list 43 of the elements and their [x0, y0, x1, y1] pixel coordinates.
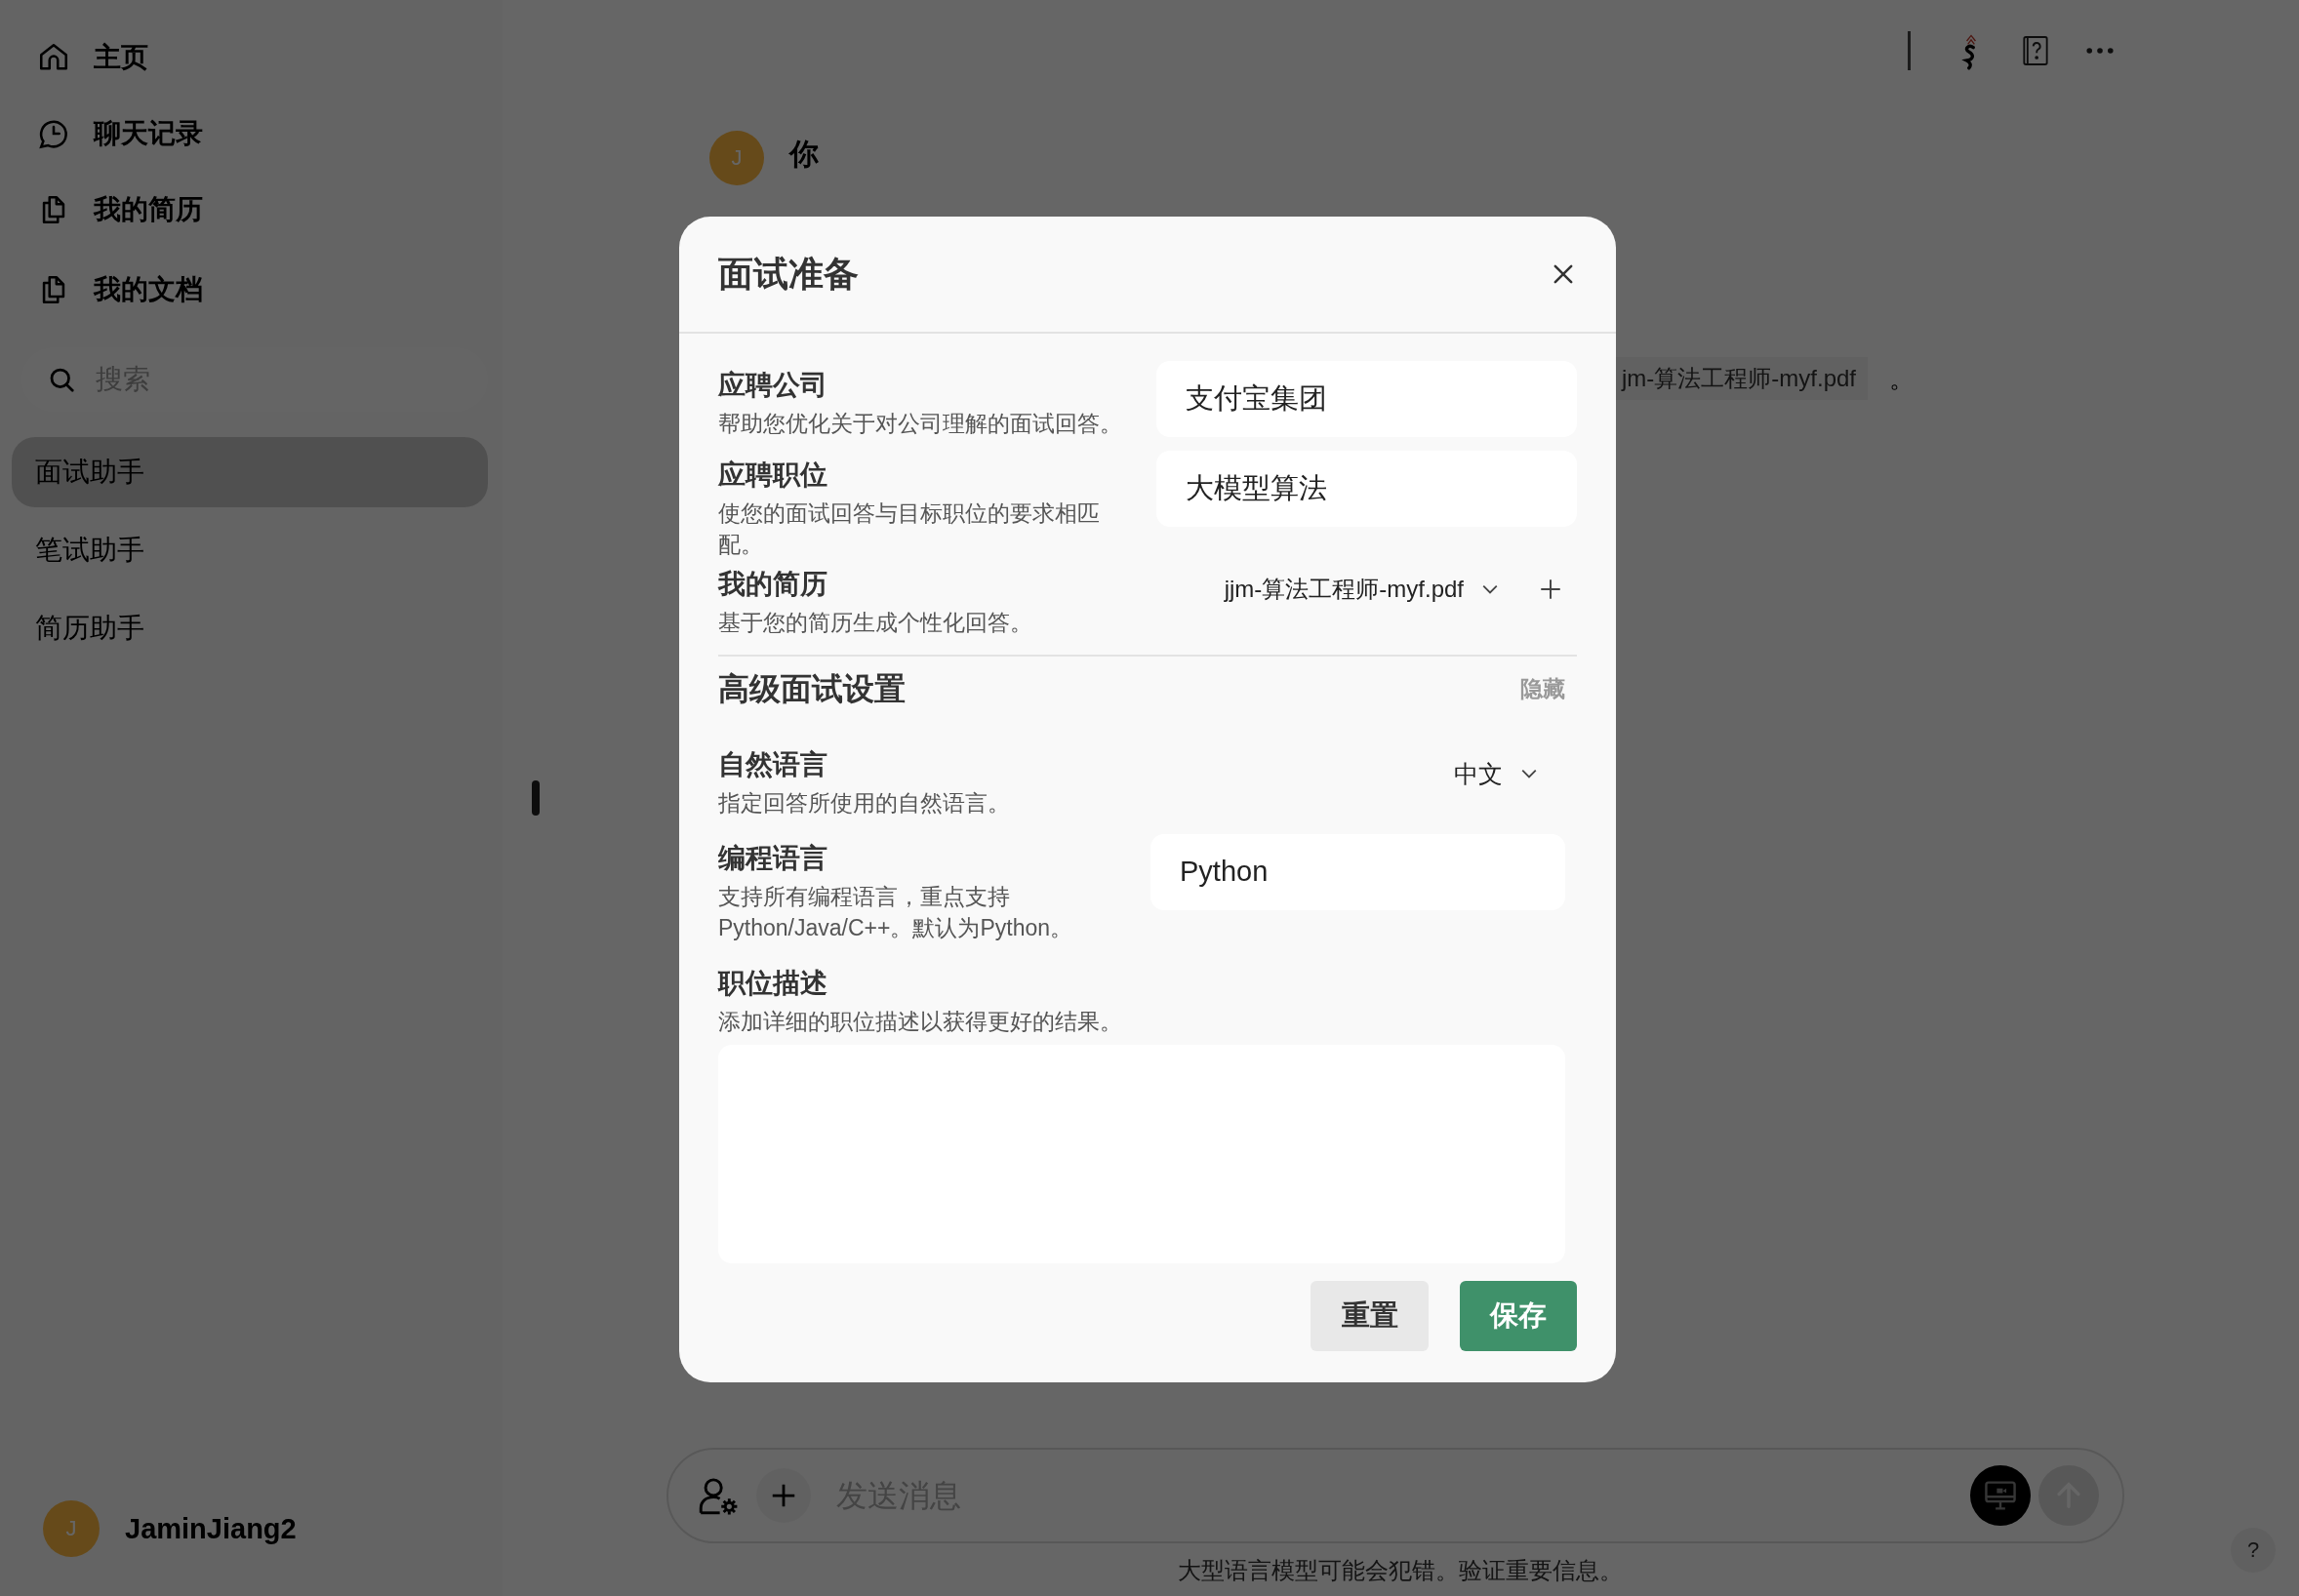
field-label: 我的简历: [718, 568, 828, 602]
hide-link[interactable]: 隐藏: [1520, 674, 1565, 705]
chevron-down-icon: [1520, 768, 1538, 780]
text-field[interactable]: 支付宝集团: [1156, 361, 1577, 437]
field-description: 帮助您优化关于对公司理解的面试回答。: [718, 410, 1123, 438]
resize-handle[interactable]: [532, 780, 540, 816]
save-button[interactable]: 保存: [1460, 1281, 1577, 1351]
field-description: 基于您的简历生成个性化回答。: [718, 609, 1033, 638]
text-field[interactable]: Python: [1150, 833, 1565, 910]
nav-item[interactable]: 我的简历: [12, 172, 491, 248]
disclaimer-text: 大型语言模型可能会犯错。验证重要信息。: [1178, 1556, 1623, 1585]
clock-chat-icon: [37, 117, 70, 150]
language-select[interactable]: 中文: [1454, 739, 1565, 790]
field-description: 指定回答所使用的自然语言。: [718, 788, 1011, 818]
field-label: 职位描述: [718, 967, 828, 1001]
field-description: 使您的面试回答与目标职位的要求相匹配。: [718, 499, 1101, 560]
more-icon[interactable]: [2086, 47, 2114, 55]
avatar: J: [709, 131, 764, 185]
help-button[interactable]: ?: [2231, 1528, 2276, 1573]
message-text: 。: [1889, 362, 1915, 395]
field-label: 应聘公司: [718, 369, 828, 402]
assistant-item[interactable]: 面试助手: [12, 437, 488, 507]
resume-select[interactable]: jjm-算法工程师-myf.pdf: [1224, 574, 1499, 606]
field-label: 应聘职位: [718, 459, 828, 492]
field-description: 支持所有编程语言，重点支持Python/Java/C++。默认为Python。: [718, 882, 1074, 942]
message-author: 你: [789, 137, 819, 172]
field-description: 添加详细的职位描述以获得更好的结果。: [718, 1008, 1123, 1037]
reset-button[interactable]: 重置: [1311, 1281, 1429, 1351]
nav-item[interactable]: 我的文档: [12, 252, 491, 328]
assistant-item[interactable]: 简历助手: [12, 593, 488, 663]
field-label: 自然语言: [718, 747, 828, 781]
user-settings-icon[interactable]: [698, 1475, 739, 1516]
avatar: J: [43, 1500, 100, 1557]
user-name: JaminJiang2: [125, 1512, 297, 1545]
assistant-item[interactable]: 笔试助手: [12, 515, 488, 585]
nav-item[interactable]: 主页: [12, 20, 491, 96]
nav-item[interactable]: 聊天记录: [12, 96, 491, 172]
section-title: 高级面试设置: [718, 669, 906, 708]
text-field[interactable]: 大模型算法: [1156, 451, 1577, 527]
field-label: 编程语言: [718, 841, 828, 875]
dialog-title: 面试准备: [718, 252, 859, 296]
chevron-down-icon: [1481, 583, 1499, 596]
monitor-icon: [1984, 1479, 2017, 1512]
